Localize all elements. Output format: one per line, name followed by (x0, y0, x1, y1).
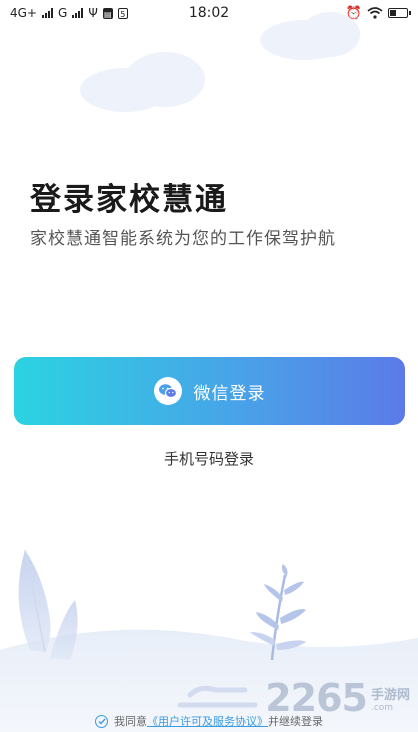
cloud-decoration (300, 12, 360, 57)
check-icon (98, 718, 106, 725)
page-subtitle: 家校慧通智能系统为您的工作保驾护航 (30, 229, 336, 249)
app-notification-icon: 5 (117, 7, 128, 19)
signal-icon (42, 8, 53, 18)
wechat-icon (153, 377, 182, 405)
battery-icon (388, 8, 411, 18)
wifi-icon (367, 7, 383, 19)
cloud-decoration (125, 52, 205, 107)
watermark-text: 手游网 .com (371, 684, 410, 713)
watermark-url: .com (370, 702, 394, 713)
agreement-prefix: 我同意 (114, 715, 147, 728)
notification-icon: ▤ (102, 7, 113, 19)
wechat-login-button[interactable]: 微信登录 (14, 357, 405, 425)
usb-icon: Ψ (88, 6, 98, 20)
agreement-suffix: 并继续登录 (268, 715, 323, 728)
status-time: 18:02 (188, 5, 230, 21)
status-left: 4G+ G Ψ ▤ 5 (10, 6, 128, 20)
signal-icon-2 (72, 8, 84, 18)
status-right: ⏰ (346, 6, 411, 21)
agreement-row: 我同意《用户许可及服务协议》并继续登录 (0, 713, 418, 729)
watermark-cn: 手游网 (370, 687, 410, 703)
network-g-label: G (58, 6, 68, 20)
agree-checkbox[interactable] (95, 714, 108, 728)
wechat-login-label: 微信登录 (193, 383, 266, 403)
page-title: 登录家校慧通 (30, 182, 228, 218)
agreement-link[interactable]: 《用户许可及服务协议》 (147, 715, 268, 728)
network-4g-label: 4G+ (10, 6, 37, 20)
phone-login-link[interactable]: 手机号码登录 (0, 448, 418, 469)
